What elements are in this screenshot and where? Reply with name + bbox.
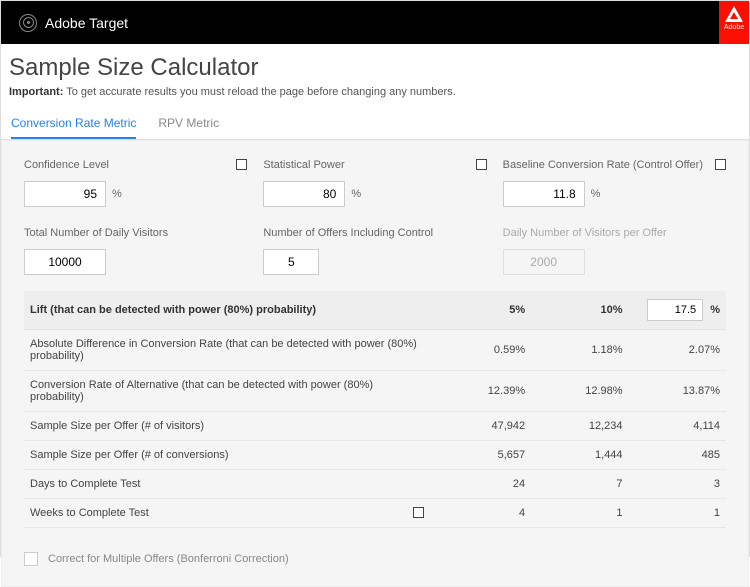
brand-label: Adobe Target (45, 15, 128, 31)
input-row-2: Total Number of Daily Visitors Number of… (24, 227, 726, 275)
tabs: Conversion Rate Metric RPV Metric (1, 108, 749, 140)
convalt-vc: 13.87% (629, 371, 726, 412)
convalt-label: Conversion Rate of Alternative (that can… (24, 371, 434, 412)
row-ssconv: Sample Size per Offer (# of conversions)… (24, 441, 726, 470)
baseline-cell: Baseline Conversion Rate (Control Offer)… (503, 159, 726, 207)
brand: Adobe Target (19, 14, 128, 32)
per-offer-label: Daily Number of Visitors per Offer (503, 227, 726, 239)
lift-custom-unit: % (710, 304, 720, 316)
convalt-v5: 12.39% (434, 371, 531, 412)
bonferroni-checkbox[interactable] (24, 552, 38, 566)
page-title: Sample Size Calculator (1, 44, 749, 86)
calculator-panel: Confidence Level % Statistical Power % B… (1, 140, 749, 587)
power-input[interactable] (263, 181, 345, 207)
ssvis-vc: 4,114 (629, 412, 726, 441)
days-label: Days to Complete Test (24, 470, 434, 499)
row-convalt: Conversion Rate of Alternative (that can… (24, 371, 726, 412)
confidence-unit: % (112, 188, 122, 200)
power-label: Statistical Power (263, 159, 486, 171)
per-offer-input (503, 249, 585, 275)
table-header-row: Lift (that can be detected with power (8… (24, 291, 726, 330)
weeks-vc: 1 (629, 499, 726, 528)
adobe-a-icon (725, 6, 743, 22)
ssconv-v5: 5,657 (434, 441, 531, 470)
input-row-1: Confidence Level % Statistical Power % B… (24, 159, 726, 207)
row-absdiff: Absolute Difference in Conversion Rate (… (24, 330, 726, 371)
row-weeks: Weeks to Complete Test 4 1 1 (24, 499, 726, 528)
ssconv-v10: 1,444 (531, 441, 628, 470)
note-text: To get accurate results you must reload … (63, 86, 455, 98)
confidence-checkbox[interactable] (236, 159, 247, 170)
tab-conversion[interactable]: Conversion Rate Metric (11, 108, 136, 139)
absdiff-vc: 2.07% (629, 330, 726, 371)
baseline-unit: % (591, 188, 601, 200)
power-checkbox[interactable] (476, 159, 487, 170)
confidence-input[interactable] (24, 181, 106, 207)
offers-input[interactable] (263, 249, 319, 275)
top-bar: Adobe Target Adobe (1, 1, 749, 44)
adobe-logo: Adobe (719, 1, 749, 44)
days-v5: 24 (434, 470, 531, 499)
weeks-v10: 1 (531, 499, 628, 528)
bonferroni-row: Correct for Multiple Offers (Bonferroni … (24, 552, 726, 566)
tab-rpv[interactable]: RPV Metric (158, 108, 219, 139)
power-unit: % (351, 188, 361, 200)
lift-custom-input[interactable] (647, 299, 703, 321)
power-cell: Statistical Power % (263, 159, 486, 207)
confidence-cell: Confidence Level % (24, 159, 247, 207)
col-custom: % (629, 291, 726, 330)
ssvis-v5: 47,942 (434, 412, 531, 441)
lift-header: Lift (that can be detected with power (8… (24, 291, 434, 330)
absdiff-label: Absolute Difference in Conversion Rate (… (24, 330, 434, 371)
baseline-checkbox[interactable] (715, 159, 726, 170)
weeks-checkbox[interactable] (413, 507, 424, 518)
absdiff-v10: 1.18% (531, 330, 628, 371)
col-10: 10% (531, 291, 628, 330)
daily-label: Total Number of Daily Visitors (24, 227, 247, 239)
ssvis-label: Sample Size per Offer (# of visitors) (24, 412, 434, 441)
note-bold: Important: (9, 86, 63, 98)
offers-label: Number of Offers Including Control (263, 227, 486, 239)
ssvis-v10: 12,234 (531, 412, 628, 441)
weeks-v5: 4 (434, 499, 531, 528)
baseline-input[interactable] (503, 181, 585, 207)
adobe-text: Adobe (724, 24, 744, 31)
daily-cell: Total Number of Daily Visitors (24, 227, 247, 275)
weeks-label-cell: Weeks to Complete Test (24, 499, 434, 528)
days-vc: 3 (629, 470, 726, 499)
per-offer-cell: Daily Number of Visitors per Offer (503, 227, 726, 275)
row-days: Days to Complete Test 24 7 3 (24, 470, 726, 499)
results-table: Lift (that can be detected with power (8… (24, 291, 726, 528)
bonferroni-label: Correct for Multiple Offers (Bonferroni … (48, 553, 289, 565)
row-ssvis: Sample Size per Offer (# of visitors) 47… (24, 412, 726, 441)
days-v10: 7 (531, 470, 628, 499)
confidence-label: Confidence Level (24, 159, 247, 171)
col-5: 5% (434, 291, 531, 330)
offers-cell: Number of Offers Including Control (263, 227, 486, 275)
ssconv-vc: 485 (629, 441, 726, 470)
important-note: Important: To get accurate results you m… (1, 86, 749, 108)
absdiff-v5: 0.59% (434, 330, 531, 371)
ssconv-label: Sample Size per Offer (# of conversions) (24, 441, 434, 470)
target-icon (19, 14, 37, 32)
weeks-label: Weeks to Complete Test (30, 507, 149, 519)
convalt-v10: 12.98% (531, 371, 628, 412)
baseline-label: Baseline Conversion Rate (Control Offer) (503, 159, 726, 171)
daily-input[interactable] (24, 249, 106, 275)
